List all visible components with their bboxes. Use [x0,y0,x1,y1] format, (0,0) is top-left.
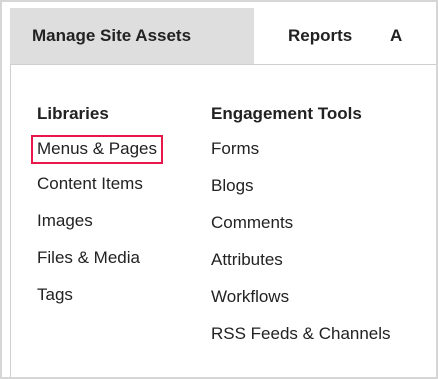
mega-menu-dropdown: Libraries Menus & Pages Content Items Im… [10,64,436,377]
menu-item-attributes[interactable]: Attributes [211,250,391,287]
menu-item-comments[interactable]: Comments [211,213,391,250]
menu-item-workflows[interactable]: Workflows [211,287,391,324]
menu-item-blogs[interactable]: Blogs [211,176,391,213]
menu-item-files-media[interactable]: Files & Media [37,248,163,285]
engagement-tools-column: Engagement Tools Forms Blogs Comments At… [211,103,391,361]
libraries-column: Libraries Menus & Pages Content Items Im… [31,103,164,322]
menu-item-forms[interactable]: Forms [211,139,391,176]
tab-truncated[interactable]: A [388,8,402,64]
menu-item-rss-feeds-channels[interactable]: RSS Feeds & Channels [211,324,391,361]
tab-manage-site-assets[interactable]: Manage Site Assets [10,8,254,64]
engagement-tools-heading: Engagement Tools [211,104,362,123]
screenshot-frame: Manage Site Assets Reports A Libraries M… [0,0,438,379]
tab-reports[interactable]: Reports [254,8,388,64]
libraries-heading: Libraries [37,104,109,123]
menu-item-menus-pages[interactable]: Menus & Pages [31,135,164,164]
menu-item-content-items[interactable]: Content Items [37,174,163,211]
menu-item-images[interactable]: Images [37,211,163,248]
menu-item-tags[interactable]: Tags [37,285,163,322]
top-nav-tabs: Manage Site Assets Reports A [10,8,436,64]
